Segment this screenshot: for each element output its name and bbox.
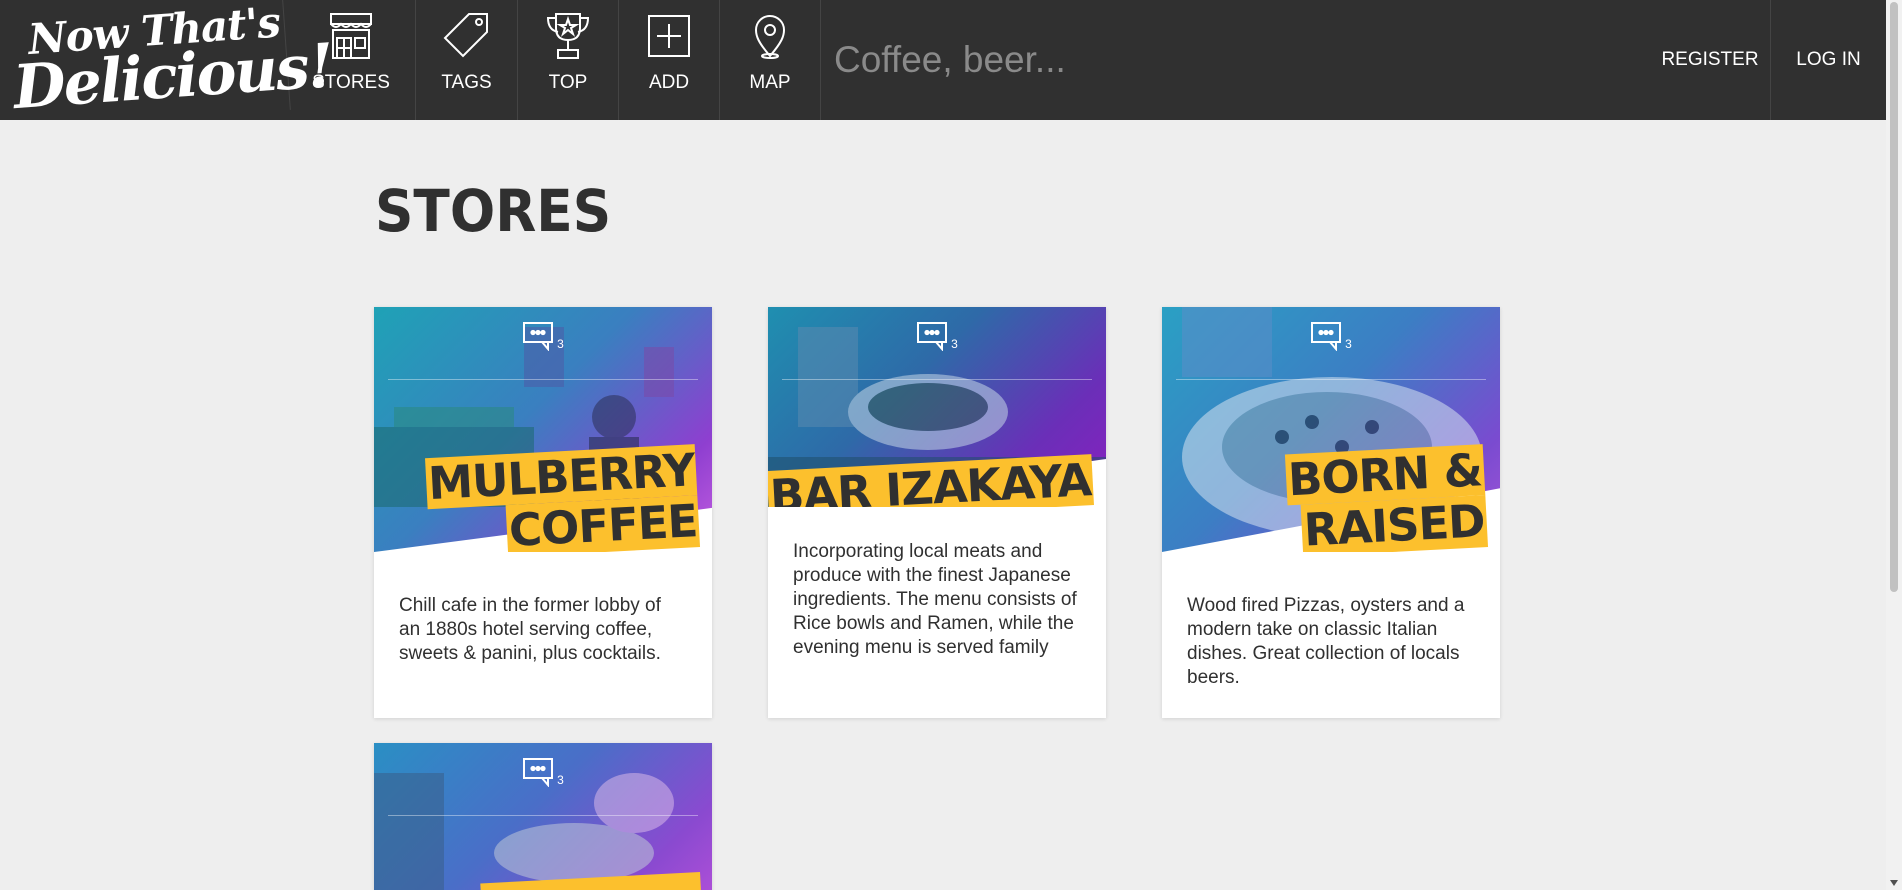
store-name-line2: COFFEE: [505, 494, 700, 552]
nav-top-label: TOP: [548, 72, 588, 93]
comments-indicator[interactable]: 3: [1162, 321, 1500, 351]
hero-divider: [782, 379, 1092, 380]
store-card[interactable]: 3: [374, 743, 712, 890]
comment-count: 3: [557, 337, 564, 351]
comment-bubble-icon: [1311, 322, 1342, 351]
main-nav: STORES TAGS TOP ADD MAP: [287, 0, 821, 120]
comments-indicator[interactable]: 3: [374, 321, 712, 351]
store-name-line2: RAISED: [1300, 494, 1488, 552]
search-bar: [821, 0, 1650, 120]
comment-bubble-icon: [523, 758, 554, 787]
comments-indicator[interactable]: 3: [374, 757, 712, 787]
comment-bubble-icon: [523, 322, 554, 351]
comment-count: 3: [557, 773, 564, 787]
login-link[interactable]: LOG IN: [1770, 0, 1886, 120]
store-card-hero[interactable]: 3 MULBERRY COFFEE: [374, 307, 712, 552]
top-nav-bar: Now That's Delicious! STORES TAGS TOP AD…: [0, 0, 1886, 130]
store-card[interactable]: 3 MULBERRY COFFEE Chill cafe in the form…: [374, 307, 712, 718]
store-card[interactable]: 3 BAR IZAKAYA Incorporating local meats …: [768, 307, 1106, 718]
site-logo[interactable]: Now That's Delicious!: [0, 0, 335, 130]
auth-links: REGISTER LOG IN: [1650, 0, 1886, 120]
hero-divider: [1176, 379, 1486, 380]
comment-count: 3: [1345, 337, 1352, 351]
nav-tags[interactable]: TAGS: [416, 0, 518, 120]
store-card-hero[interactable]: 3: [374, 743, 712, 890]
nav-map-label: MAP: [749, 72, 791, 93]
scrollbar-thumb[interactable]: [1890, 2, 1898, 592]
comment-count: 3: [951, 337, 958, 351]
comment-bubble-icon: [917, 322, 948, 351]
nav-add[interactable]: ADD: [619, 0, 720, 120]
store-name[interactable]: MULBERRY COFFEE: [424, 443, 700, 552]
storefront-icon: [330, 13, 372, 59]
page-title: STORES: [375, 177, 612, 245]
store-card[interactable]: 3 BORN & RAISED Wood fired Pizzas, oyste…: [1162, 307, 1500, 718]
tag-icon: [443, 13, 488, 58]
store-description: Wood fired Pizzas, oysters and a modern …: [1187, 595, 1465, 688]
store-card-hero[interactable]: 3 BORN & RAISED: [1162, 307, 1500, 552]
map-pin-icon: [754, 15, 786, 59]
hero-divider: [388, 379, 698, 380]
page-scrollbar[interactable]: [1886, 0, 1902, 890]
store-card-hero[interactable]: 3 BAR IZAKAYA: [768, 307, 1106, 507]
nav-tags-label: TAGS: [441, 72, 492, 93]
trophy-icon: [546, 13, 590, 59]
nav-top[interactable]: TOP: [518, 0, 619, 120]
hero-divider: [388, 815, 698, 816]
logo-line-2: Delicious!: [11, 31, 335, 124]
nav-map[interactable]: MAP: [720, 0, 821, 120]
store-description: Chill cafe in the former lobby of an 188…: [399, 595, 661, 664]
comments-indicator[interactable]: 3: [768, 321, 1106, 351]
search-input[interactable]: [834, 39, 1534, 81]
register-link[interactable]: REGISTER: [1650, 0, 1770, 120]
add-icon: [648, 15, 690, 57]
nav-add-label: ADD: [648, 72, 690, 93]
store-name[interactable]: BORN & RAISED: [1285, 443, 1488, 552]
scroll-down-arrow-icon[interactable]: [1890, 880, 1898, 886]
store-description: Incorporating local meats and produce wi…: [793, 541, 1077, 658]
